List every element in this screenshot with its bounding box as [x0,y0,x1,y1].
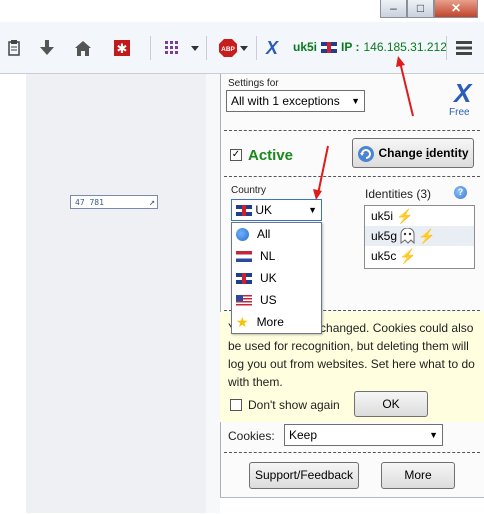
annotation-arrows [313,56,414,200]
red-arrowhead-ip [396,56,405,67]
red-arrow-country [317,145,329,195]
red-arrowhead-country [313,189,322,200]
red-arrow-ip [399,61,414,117]
